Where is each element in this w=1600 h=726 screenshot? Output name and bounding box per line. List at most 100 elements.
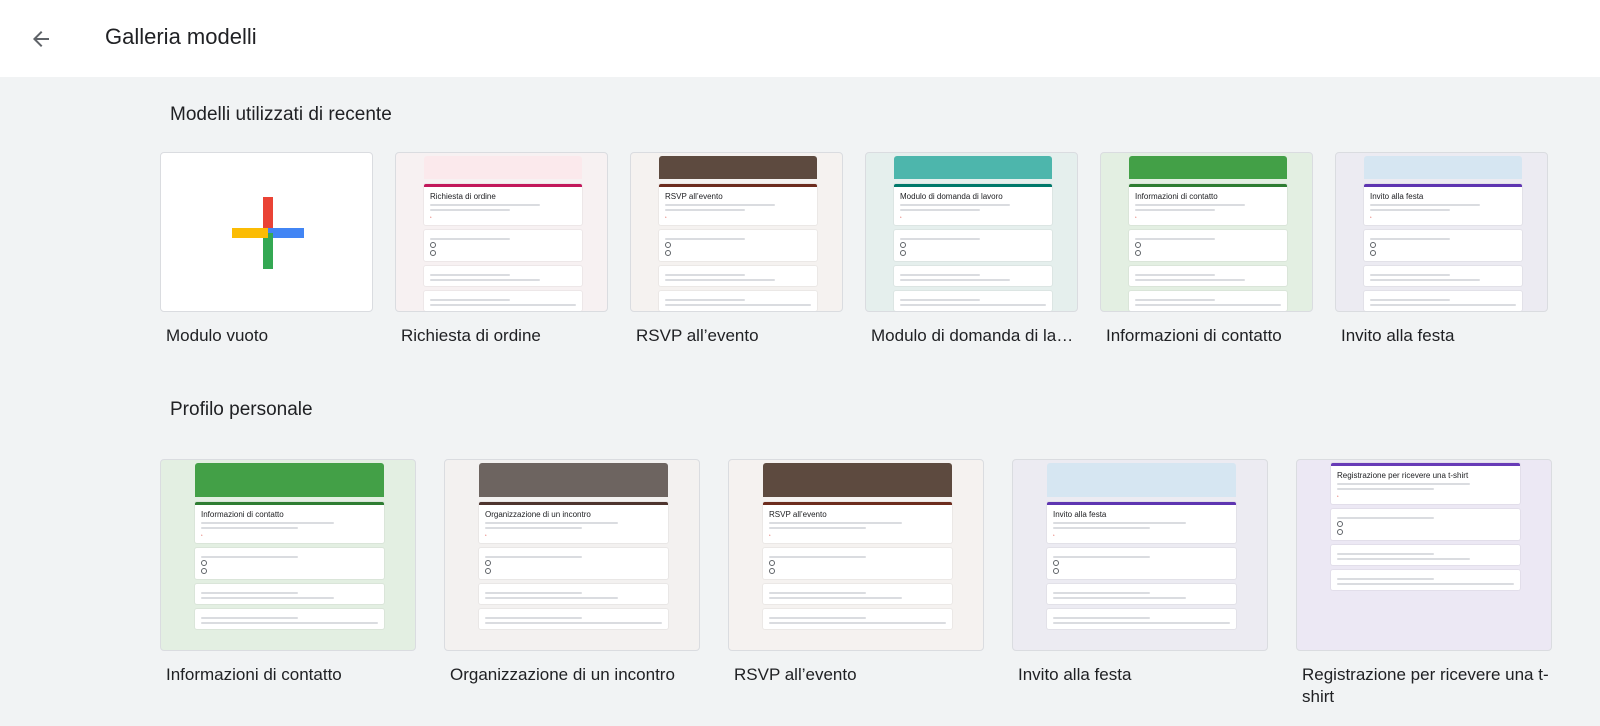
form-preview: Invito alla festa *: [1047, 463, 1236, 650]
template-thumbnail[interactable]: RSVP all’evento *: [630, 152, 843, 312]
form-question-card: [763, 584, 952, 604]
form-title: Informazioni di contatto: [201, 510, 284, 519]
form-banner-image: [1047, 463, 1236, 497]
template-label: Richiesta di ordine: [401, 326, 541, 345]
required-note: *: [900, 215, 902, 220]
form-banner-image: [659, 156, 817, 179]
required-note: *: [1135, 215, 1137, 220]
form-title: Modulo di domanda di lavoro: [900, 192, 1003, 201]
form-preview: RSVP all’evento *: [659, 156, 817, 311]
form-header-card: Informazioni di contatto *: [1129, 184, 1287, 225]
required-note: *: [665, 215, 667, 220]
back-button[interactable]: [22, 20, 60, 58]
template-card[interactable]: Organizzazione di un incontro * Organizzaz…: [444, 459, 700, 721]
template-thumbnail[interactable]: RSVP all’evento *: [728, 459, 984, 651]
required-note: *: [430, 215, 432, 220]
form-header-card: Invito alla festa *: [1364, 184, 1522, 225]
form-question-card: [479, 548, 668, 579]
form-question-card: [195, 609, 384, 629]
template-label: RSVP all’evento: [636, 326, 759, 345]
form-title: Registrazione per ricevere una t-shirt: [1337, 471, 1469, 480]
form-question-card: [195, 584, 384, 604]
form-question-card: [424, 230, 582, 261]
form-header-card: Organizzazione di un incontro *: [479, 502, 668, 543]
form-banner-image: [894, 156, 1052, 179]
form-title: RSVP all’evento: [769, 510, 827, 519]
section-title-personal: Profilo personale: [170, 399, 313, 420]
form-question-card: [479, 609, 668, 629]
template-card[interactable]: Invito alla festa * Invito alla festa: [1335, 152, 1548, 382]
form-preview: RSVP all’evento *: [763, 463, 952, 650]
template-label: Informazioni di contatto: [166, 665, 342, 684]
form-question-card: [1129, 291, 1287, 311]
required-note: *: [1370, 215, 1372, 220]
template-thumbnail[interactable]: Modulo di domanda di lavoro *: [865, 152, 1078, 312]
template-card[interactable]: Modulo di domanda di lavoro * Modulo di do…: [865, 152, 1078, 382]
form-question-card: [479, 584, 668, 604]
required-note: *: [769, 533, 771, 538]
form-question-card: [894, 230, 1052, 261]
form-question-card: [1047, 584, 1236, 604]
form-banner-image: [763, 463, 952, 497]
template-card[interactable]: Invito alla festa * Invito alla festa: [1012, 459, 1268, 721]
form-header-card: Registrazione per ricevere una t-shirt *: [1331, 463, 1520, 504]
template-thumbnail[interactable]: Informazioni di contatto *: [1100, 152, 1313, 312]
template-thumbnail[interactable]: Richiesta di ordine *: [395, 152, 608, 312]
template-thumbnail[interactable]: Invito alla festa *: [1012, 459, 1268, 651]
form-question-card: [659, 230, 817, 261]
template-card[interactable]: RSVP all’evento * RSVP all’evento: [728, 459, 984, 721]
form-banner-image: [424, 156, 582, 179]
form-banner-image: [479, 463, 668, 497]
template-card[interactable]: Modulo vuoto: [160, 152, 373, 382]
form-title: Organizzazione di un incontro: [485, 510, 591, 519]
form-preview: Organizzazione di un incontro *: [479, 463, 668, 650]
form-question-card: [1331, 509, 1520, 540]
plus-icon: [231, 197, 304, 269]
template-card[interactable]: Informazioni di contatto * Informazioni di…: [1100, 152, 1313, 382]
form-question-card: [763, 609, 952, 629]
form-question-card: [1331, 570, 1520, 590]
template-thumbnail[interactable]: Informazioni di contatto *: [160, 459, 416, 651]
form-question-card: [1047, 609, 1236, 629]
form-preview: Registrazione per ricevere una t-shirt *: [1331, 463, 1520, 650]
required-note: *: [201, 533, 203, 538]
form-question-card: [1129, 266, 1287, 286]
template-card[interactable]: Informazioni di contatto * Informazioni di…: [160, 459, 416, 721]
form-title: Invito alla festa: [1370, 192, 1424, 201]
template-thumbnail[interactable]: Registrazione per ricevere una t-shirt *: [1296, 459, 1552, 651]
form-banner-image: [195, 463, 384, 497]
required-note: *: [1053, 533, 1055, 538]
template-card[interactable]: Registrazione per ricevere una t-shirt * R…: [1296, 459, 1552, 721]
form-preview: Informazioni di contatto *: [195, 463, 384, 650]
form-question-card: [659, 291, 817, 311]
form-title: Richiesta di ordine: [430, 192, 496, 201]
form-header-card: RSVP all’evento *: [659, 184, 817, 225]
form-question-card: [763, 548, 952, 579]
template-label: Invito alla festa: [1341, 326, 1455, 345]
form-preview: Richiesta di ordine *: [424, 156, 582, 311]
form-title: Informazioni di contatto: [1135, 192, 1218, 201]
form-question-card: [894, 266, 1052, 286]
form-title: Invito alla festa: [1053, 510, 1107, 519]
form-question-card: [424, 266, 582, 286]
section-title-recent: Modelli utilizzati di recente: [170, 104, 392, 125]
template-thumbnail[interactable]: [160, 152, 373, 312]
form-header-card: Informazioni di contatto *: [195, 502, 384, 543]
template-card[interactable]: RSVP all’evento * RSVP all’evento: [630, 152, 843, 382]
form-banner-image: [1364, 156, 1522, 179]
template-label: Modulo vuoto: [166, 326, 269, 345]
form-question-card: [1364, 230, 1522, 261]
arrow-left-icon: [33, 31, 49, 47]
template-label: Invito alla festa: [1018, 665, 1132, 684]
form-question-card: [1331, 545, 1520, 565]
form-question-card: [659, 266, 817, 286]
template-label: Organizzazione di un incontro: [450, 665, 675, 684]
template-card[interactable]: Richiesta di ordine * Richiesta di ordine: [395, 152, 608, 382]
template-label: Modulo di domanda di lavoro: [871, 326, 1076, 345]
template-thumbnail[interactable]: Organizzazione di un incontro *: [444, 459, 700, 651]
template-thumbnail[interactable]: Invito alla festa *: [1335, 152, 1548, 312]
required-note: *: [485, 533, 487, 538]
template-label: RSVP all’evento: [734, 665, 857, 684]
form-question-card: [894, 291, 1052, 311]
form-question-card: [1129, 230, 1287, 261]
